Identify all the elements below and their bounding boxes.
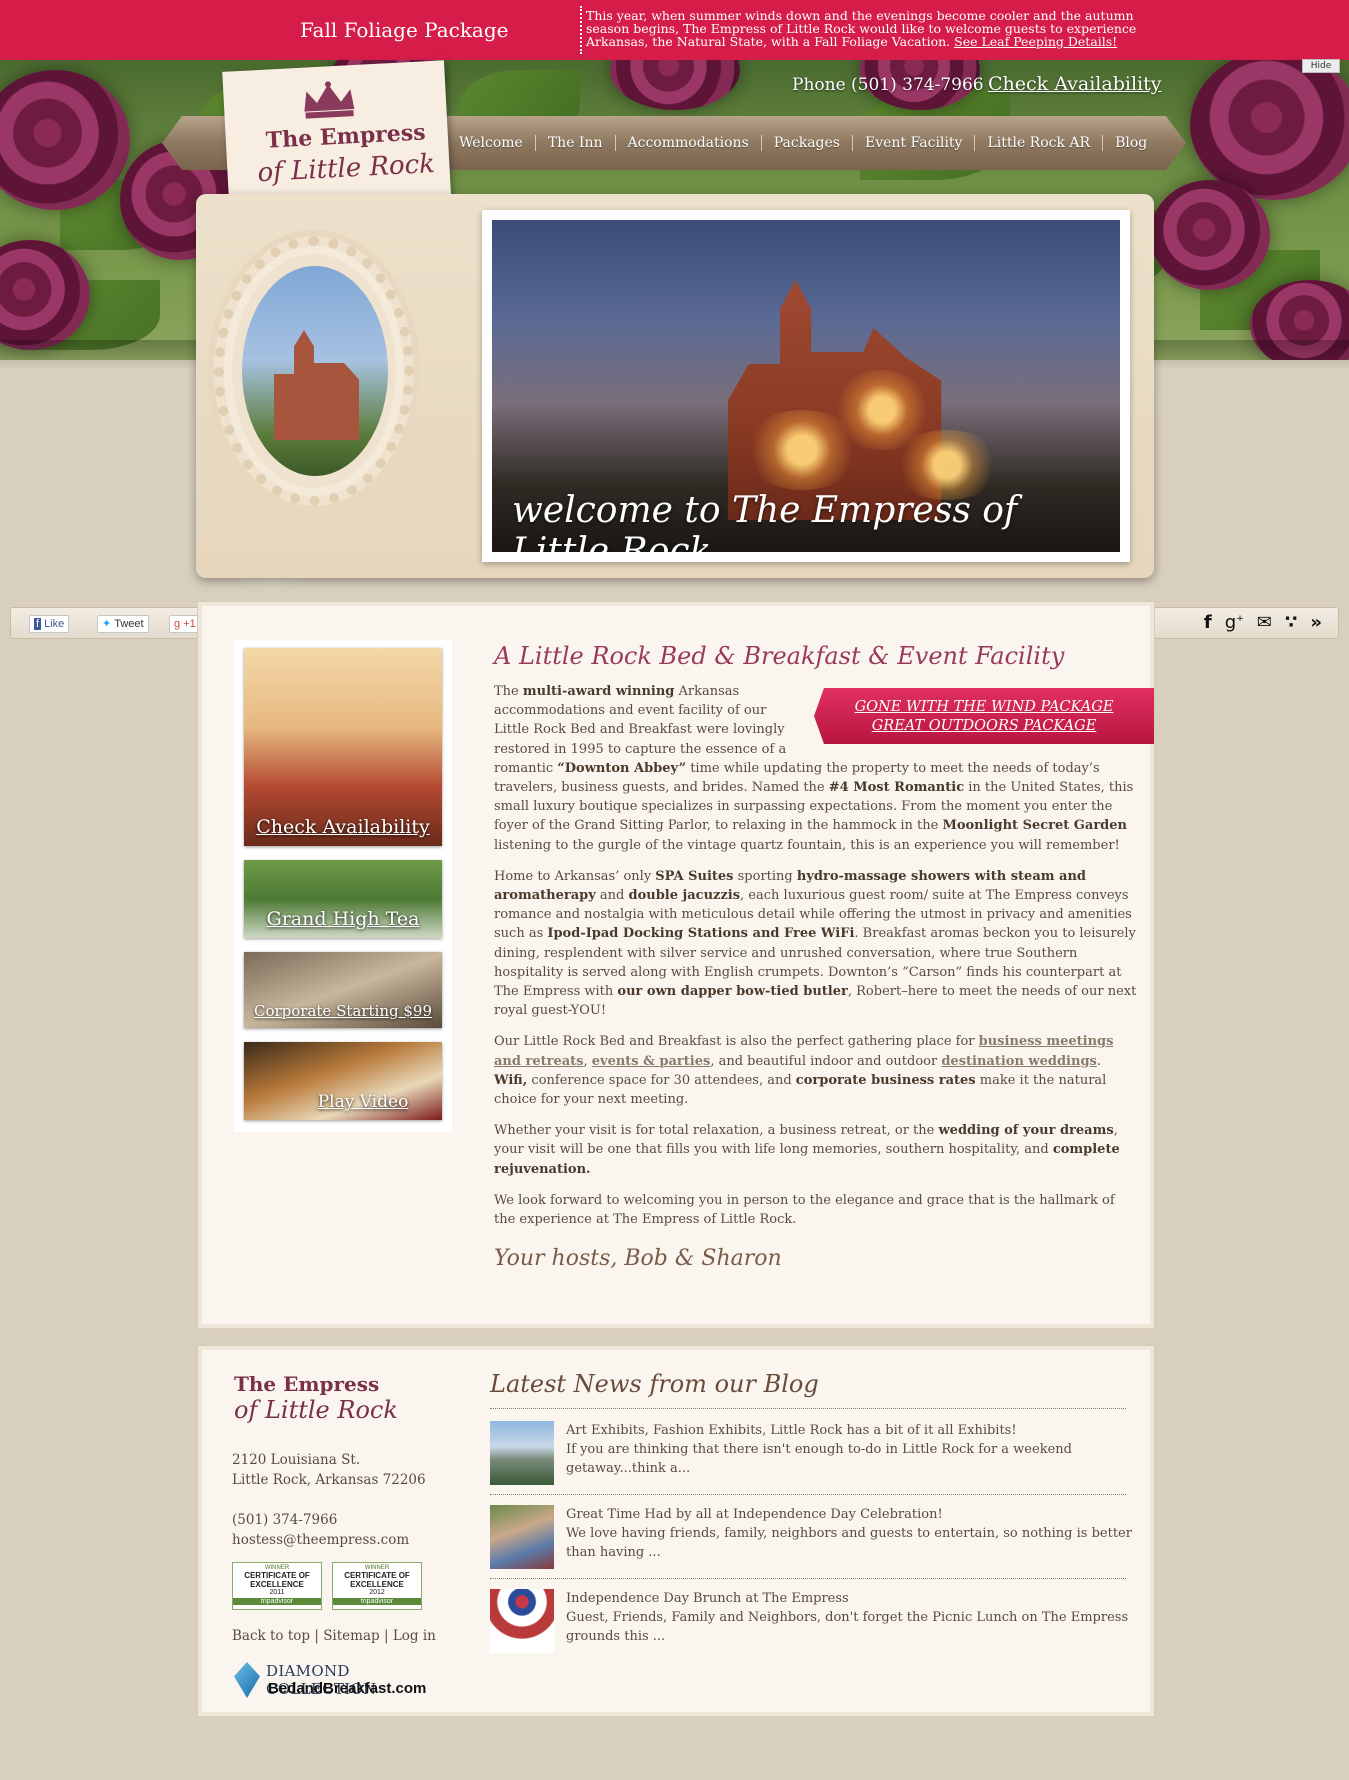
twitter-bird-icon: ✦	[102, 618, 112, 630]
address-line-2: Little Rock, Arkansas 72206	[232, 1472, 426, 1488]
facebook-f-icon: f	[34, 618, 42, 630]
logo-line-2: of Little Rock	[256, 148, 436, 189]
blog-post-title[interactable]: Independence Day Brunch at The Empress	[566, 1589, 1132, 1608]
like-label: Like	[44, 618, 65, 630]
hero-photo-frame: welcome to The Empress of Little Rock	[482, 210, 1130, 562]
badge-year: 2012	[369, 1589, 385, 1596]
social-icons: f g+ ✉ ∵ »	[1204, 612, 1322, 633]
back-to-top-link[interactable]: Back to top	[232, 1628, 310, 1644]
plus-one-label: +1	[183, 618, 196, 630]
hide-button[interactable]: Hide	[1302, 59, 1340, 73]
announcement-bar: Fall Foliage Package This year, when sum…	[0, 0, 1349, 60]
badge-brand: tripadvisor	[333, 1598, 421, 1605]
login-link[interactable]: Log in	[393, 1628, 436, 1644]
footer-links: Back to top | Sitemap | Log in	[232, 1628, 436, 1644]
blog-section-title: Latest News from our Blog	[490, 1370, 819, 1398]
badge-title: CERTIFICATE OF EXCELLENCE	[244, 1571, 310, 1589]
nav-item-event-facility[interactable]: Event Facility	[852, 135, 974, 151]
google-plus-icon[interactable]: g+	[1225, 612, 1244, 633]
intro-paragraph-5: We look forward to welcoming you in pers…	[494, 1192, 1115, 1228]
nav-item-the-inn[interactable]: The Inn	[534, 135, 615, 151]
sitemap-link[interactable]: Sitemap	[323, 1628, 379, 1644]
leaf-peeping-link[interactable]: See Leaf Peeping Details!	[954, 34, 1117, 49]
great-outdoors-link[interactable]: GREAT OUTDOORS PACKAGE	[814, 717, 1154, 736]
blog-post-title[interactable]: Art Exhibits, Fashion Exhibits, Little R…	[566, 1421, 1132, 1440]
hosts-signature: Your hosts, Bob & Sharon	[494, 1246, 782, 1271]
certificate-badge-2011[interactable]: WINNER CERTIFICATE OF EXCELLENCE 2011 tr…	[232, 1562, 322, 1610]
blog-post[interactable]: Independence Day Brunch at The Empress G…	[490, 1589, 1130, 1655]
blog-post[interactable]: Great Time Had by all at Independence Da…	[490, 1505, 1132, 1571]
footer-logo-line-1: The Empress	[234, 1372, 380, 1396]
blog-divider	[490, 1408, 1126, 1409]
bedandbreakfast-text: BedandBreakfast.com	[268, 1680, 427, 1697]
tile-caption: Grand High Tea	[266, 908, 420, 930]
nav-item-little-rock-ar[interactable]: Little Rock AR	[974, 135, 1102, 151]
play-video-tile[interactable]: Play Video	[244, 1042, 442, 1120]
sidebar-tiles: Check Availability Grand High Tea Corpor…	[234, 640, 452, 1132]
blog-divider	[490, 1578, 1126, 1579]
diamond-collection-logo[interactable]: DIAMOND COLLECTION BedandBreakfast.com	[232, 1660, 432, 1702]
nav-item-blog[interactable]: Blog	[1102, 135, 1159, 151]
crown-icon	[304, 81, 355, 119]
announcement-title[interactable]: Fall Foliage Package	[300, 18, 509, 42]
tile-caption: Check Availability	[256, 816, 430, 838]
address-line-1: 2120 Louisiana St.	[232, 1452, 361, 1468]
intro-text: The multi-award winning Arkansas accommo…	[494, 682, 1138, 1241]
footer-phone: (501) 374-7966	[232, 1512, 338, 1528]
intro-paragraph-4: Whether your visit is for total relaxati…	[494, 1123, 1120, 1177]
nav-item-packages[interactable]: Packages	[760, 135, 852, 151]
nav-item-accommodations[interactable]: Accommodations	[614, 135, 761, 151]
blog-post-excerpt: We love having friends, family, neighbor…	[566, 1526, 1132, 1560]
gone-with-the-wind-link[interactable]: GONE WITH THE WIND PACKAGE	[814, 698, 1154, 717]
check-availability-tile[interactable]: Check Availability	[244, 648, 442, 846]
nav-list: Welcome The Inn Accommodations Packages …	[447, 116, 1159, 170]
intro-paragraph-3: Our Little Rock Bed and Breakfast is als…	[494, 1034, 1114, 1108]
tripadvisor-badges: WINNER CERTIFICATE OF EXCELLENCE 2011 tr…	[232, 1562, 422, 1610]
package-ribbon: GONE WITH THE WIND PACKAGE GREAT OUTDOOR…	[814, 688, 1154, 744]
corporate-rate-tile[interactable]: Corporate Starting $99	[244, 952, 442, 1028]
hero-mansion-photo: welcome to The Empress of Little Rock	[492, 220, 1120, 552]
diamond-icon	[234, 1662, 260, 1698]
blog-post-excerpt: Guest, Friends, Family and Neighbors, do…	[566, 1610, 1129, 1644]
blog-thumbnail[interactable]	[490, 1589, 554, 1653]
footer-logo-line-2: of Little Rock	[234, 1396, 398, 1424]
tile-caption: Play Video	[317, 1092, 409, 1112]
hero-panel: welcome to The Empress of Little Rock	[196, 194, 1154, 578]
blog-thumbnail[interactable]	[490, 1505, 554, 1569]
badge-title: CERTIFICATE OF EXCELLENCE	[344, 1571, 410, 1589]
rss-icon[interactable]: ∵	[1285, 612, 1298, 633]
blog-post-excerpt: If you are thinking that there isn't eno…	[566, 1442, 1072, 1476]
tweet-button[interactable]: ✦ Tweet	[97, 615, 149, 633]
facebook-icon[interactable]: f	[1204, 612, 1212, 633]
oval-house-photo	[242, 266, 388, 476]
header-phone: Phone (501) 374-7966	[792, 75, 984, 95]
blog-divider	[490, 1494, 1126, 1495]
nav-item-welcome[interactable]: Welcome	[447, 135, 535, 151]
blog-thumbnail[interactable]	[490, 1421, 554, 1485]
page-title: A Little Rock Bed & Breakfast & Event Fa…	[494, 642, 1065, 670]
email-icon[interactable]: ✉	[1257, 612, 1272, 633]
blog-post-title[interactable]: Great Time Had by all at Independence Da…	[566, 1505, 1132, 1524]
logo-line-1: The Empress	[265, 119, 427, 154]
footer-contact: 2120 Louisiana St. Little Rock, Arkansas…	[232, 1450, 432, 1550]
grand-high-tea-tile[interactable]: Grand High Tea	[244, 860, 442, 938]
blog-post[interactable]: Art Exhibits, Fashion Exhibits, Little R…	[490, 1421, 1130, 1487]
facebook-like-button[interactable]: f Like	[29, 615, 70, 633]
google-plus-one-button[interactable]: g +1	[169, 615, 201, 633]
tweet-label: Tweet	[114, 618, 144, 630]
google-g-icon: g	[174, 618, 184, 630]
certificate-badge-2012[interactable]: WINNER CERTIFICATE OF EXCELLENCE 2012 tr…	[332, 1562, 422, 1610]
footer-email[interactable]: hostess@theempress.com	[232, 1530, 432, 1550]
badge-brand: tripadvisor	[233, 1598, 321, 1605]
tile-caption: Corporate Starting $99	[253, 1002, 432, 1020]
more-icon[interactable]: »	[1310, 612, 1322, 633]
badge-year: 2011	[269, 1589, 285, 1596]
destination-weddings-link[interactable]: destination weddings	[941, 1054, 1097, 1069]
hero-caption: welcome to The Empress of Little Rock	[512, 490, 1018, 552]
announcement-text: This year, when summer winds down and th…	[586, 9, 1146, 48]
intro-paragraph-2: Home to Arkansas’ only SPA Suites sporti…	[494, 868, 1137, 1019]
header-check-availability-link[interactable]: Check Availability	[988, 73, 1161, 95]
events-parties-link[interactable]: events & parties	[592, 1054, 711, 1069]
announcement-divider	[580, 6, 582, 54]
